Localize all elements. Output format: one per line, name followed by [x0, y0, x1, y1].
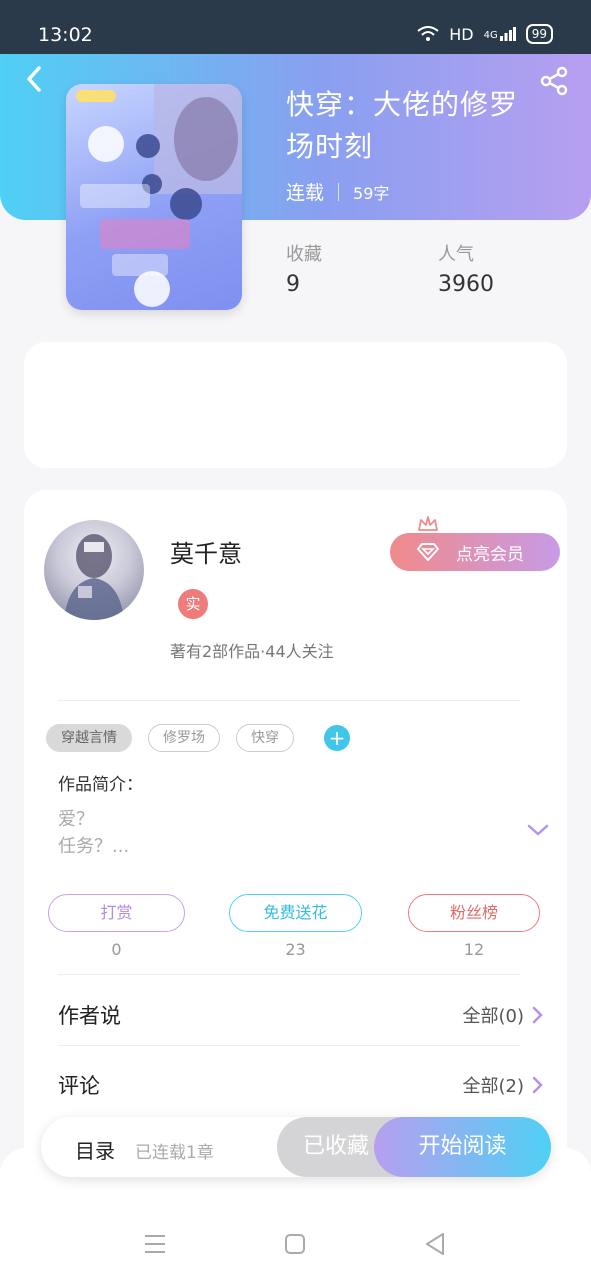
- divider: [58, 700, 520, 701]
- signal-icon: 4G: [484, 27, 516, 41]
- network-type: HD: [449, 24, 474, 44]
- tag-list: 穿越言情 修罗场 快穿 +: [46, 724, 350, 752]
- menu-icon[interactable]: [144, 1234, 166, 1254]
- tag[interactable]: 穿越言情: [46, 724, 132, 752]
- toc-button[interactable]: 目录: [75, 1135, 115, 1164]
- crown-icon: [418, 516, 438, 531]
- send-flower-button[interactable]: 免费送花: [229, 894, 362, 932]
- flower-count: 23: [285, 940, 306, 959]
- start-reading-button[interactable]: 开始阅读: [374, 1117, 551, 1177]
- author-says-count: 全部(0): [462, 1006, 525, 1027]
- intro-label: 作品简介：: [58, 775, 143, 795]
- favorites-label: 收藏: [286, 244, 322, 265]
- chevron-right-icon: [532, 1006, 543, 1024]
- status-time: 13:02: [38, 24, 93, 46]
- book-meta: 连载 59字: [286, 178, 389, 205]
- intro-text: 爱？ 任务？...: [58, 809, 130, 857]
- battery-icon: 99: [525, 24, 553, 44]
- book-cover-image[interactable]: [66, 84, 242, 310]
- divider: [58, 1045, 520, 1046]
- comments-count: 全部(2): [462, 1076, 525, 1097]
- chevron-right-icon: [532, 1076, 543, 1094]
- empty-card: [24, 342, 567, 468]
- home-icon[interactable]: [284, 1233, 306, 1255]
- meta-divider: [338, 182, 340, 201]
- tag[interactable]: 修罗场: [148, 724, 220, 752]
- divider: [58, 974, 520, 975]
- fan-count: 12: [463, 940, 485, 959]
- avatar-image: [64, 534, 124, 620]
- vip-button[interactable]: 点亮会员: [390, 533, 560, 571]
- status-bar: 13:02 HD 4G 99: [0, 0, 591, 54]
- author-says-label: 作者说: [58, 1004, 121, 1028]
- system-nav-bar: [0, 1200, 591, 1280]
- back-arrow-icon[interactable]: [20, 64, 50, 94]
- popularity-label: 人气: [438, 244, 474, 265]
- tag[interactable]: 快穿: [236, 724, 294, 752]
- wifi-icon: [417, 26, 439, 41]
- diamond-icon: [417, 543, 439, 561]
- author-says-row[interactable]: 作者说 全部(0): [58, 1000, 544, 1030]
- fan-rank-button[interactable]: 粉丝榜: [408, 894, 540, 932]
- back-icon[interactable]: [424, 1232, 446, 1256]
- popularity-value: 3960: [438, 272, 494, 297]
- vip-label: 点亮会员: [456, 544, 524, 565]
- status-icons: HD 4G 99: [417, 24, 553, 44]
- bottom-action-bar: 目录 已连载1章 已收藏 开始阅读: [41, 1117, 551, 1177]
- comments-row[interactable]: 评论 全部(2): [58, 1070, 544, 1100]
- tip-count: 0: [111, 940, 122, 959]
- chevron-down-icon[interactable]: [526, 822, 550, 838]
- favorites-value: 9: [286, 272, 300, 297]
- author-stats: 著有2部作品·44人关注: [170, 642, 334, 661]
- cover-artwork: [76, 84, 242, 307]
- chapter-count: 已连载1章: [135, 1143, 214, 1163]
- share-icon[interactable]: [537, 64, 571, 98]
- author-name[interactable]: 莫千意: [170, 534, 242, 569]
- verified-badge: 实: [178, 589, 208, 619]
- tip-button[interactable]: 打赏: [48, 894, 185, 932]
- word-count: 59字: [353, 183, 390, 203]
- comments-label: 评论: [58, 1074, 100, 1098]
- author-avatar[interactable]: [44, 520, 144, 620]
- book-title: 快穿：大佬的修罗场时刻: [286, 88, 519, 163]
- plus-icon[interactable]: +: [324, 725, 350, 751]
- book-status: 连载: [286, 182, 325, 204]
